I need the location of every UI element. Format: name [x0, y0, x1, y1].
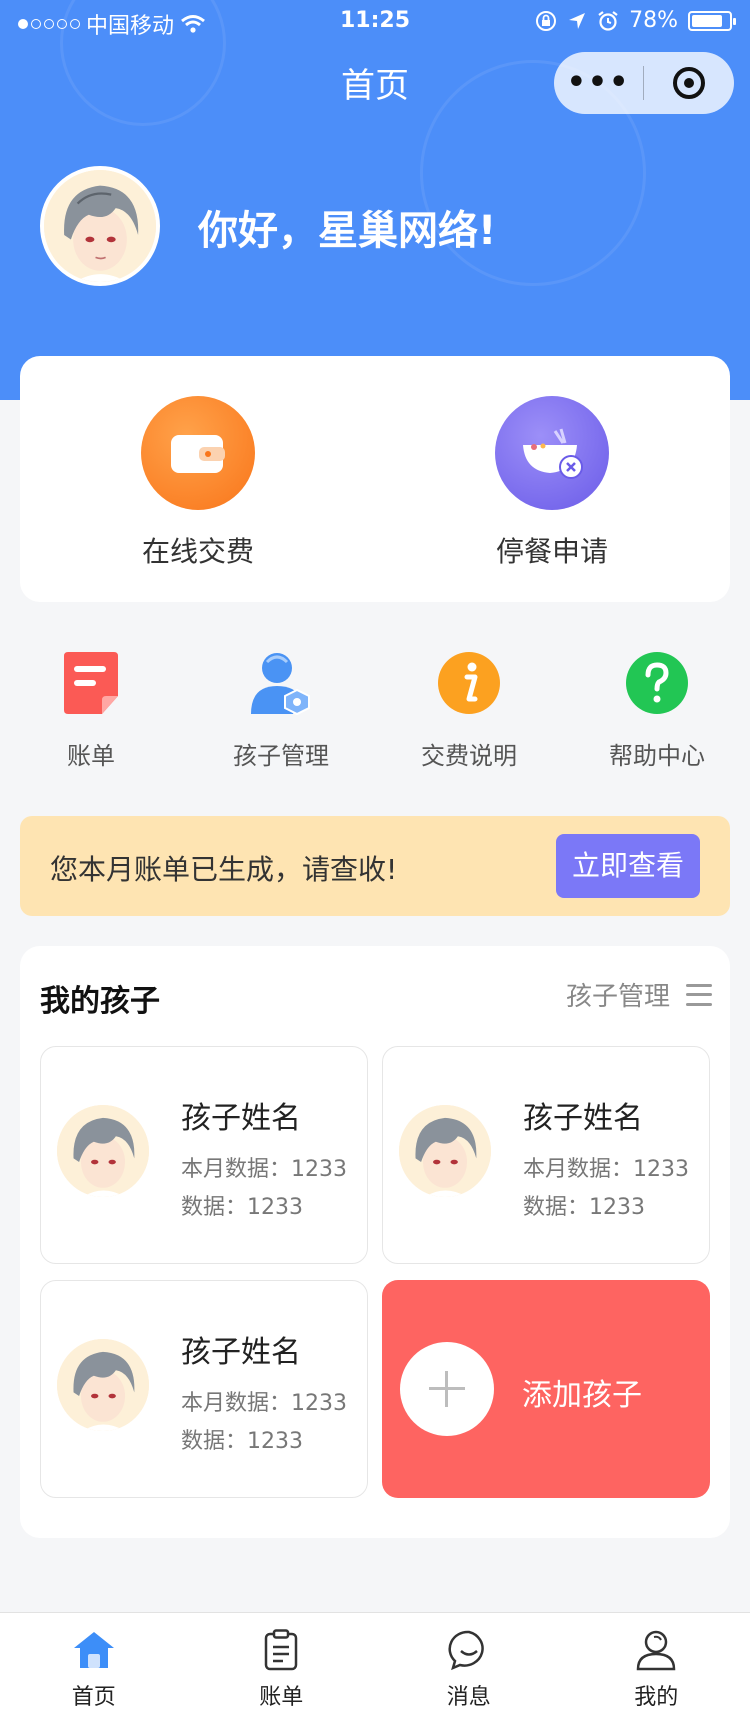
child-manage-link[interactable]: 孩子管理: [566, 976, 712, 1013]
alarm-icon: [598, 10, 618, 31]
child-monthly-data: 本月数据：1233: [181, 1391, 347, 1416]
function-grid: 账单 孩子管理 交费说明 帮助中心: [0, 650, 750, 770]
user-avatar-icon: [44, 170, 156, 282]
bill-icon: [58, 650, 124, 716]
online-payment-label: 在线交费: [141, 535, 254, 568]
child-name: 孩子姓名: [181, 1101, 301, 1136]
battery-percent: 78%: [629, 8, 678, 33]
child-card[interactable]: 孩子姓名 本月数据：1233 数据：1233: [40, 1280, 368, 1498]
add-child-label: 添加孩子: [522, 1378, 642, 1413]
help-center-label: 帮助中心: [609, 742, 705, 770]
tab-home[interactable]: 首页: [0, 1613, 188, 1713]
tab-mine-label: 我的: [634, 1685, 679, 1710]
quick-actions-card: 在线交费 停餐申请: [20, 356, 730, 602]
carrier-label: 中国移动: [86, 14, 175, 39]
more-menu-button[interactable]: •••: [554, 52, 643, 114]
child-monthly-data: 本月数据：1233: [181, 1157, 347, 1182]
meal-suspend-button[interactable]: 停餐申请: [452, 396, 652, 570]
avatar[interactable]: [40, 166, 160, 286]
child-manage-icon: [248, 650, 314, 716]
online-payment-button[interactable]: 在线交费: [98, 396, 298, 570]
meal-suspend-label: 停餐申请: [495, 535, 608, 568]
clipboard-icon: [256, 1625, 306, 1675]
notice-text: 您本月账单已生成，请查收!: [50, 853, 398, 886]
bill-label: 账单: [67, 742, 115, 770]
child-avatar: [399, 1105, 491, 1197]
help-icon: [624, 650, 690, 716]
bill-notice-banner: 您本月账单已生成，请查收! 立即查看: [20, 816, 730, 916]
add-child-button[interactable]: 添加孩子: [382, 1280, 710, 1498]
child-avatar-icon: [57, 1105, 149, 1197]
tab-bill[interactable]: 账单: [188, 1613, 376, 1713]
child-card[interactable]: 孩子姓名 本月数据：1233 数据：1233: [40, 1046, 368, 1264]
chat-icon: [444, 1625, 494, 1675]
child-data: 数据：1233: [181, 1195, 303, 1220]
target-icon: [672, 67, 705, 99]
miniprogram-capsule: •••: [554, 52, 734, 114]
tab-bill-label: 账单: [259, 1685, 304, 1710]
bill-entry[interactable]: 账单: [16, 650, 166, 771]
tab-messages[interactable]: 消息: [375, 1613, 563, 1713]
child-manage-label: 孩子管理: [233, 742, 329, 770]
child-avatar-icon: [57, 1339, 149, 1431]
header-banner: 中国移动 11:25 78% 首页 ••• 你好，星巢网络!: [0, 0, 750, 400]
help-center-entry[interactable]: 帮助中心: [582, 650, 732, 771]
tab-home-label: 首页: [71, 1685, 116, 1710]
home-icon: [69, 1625, 119, 1675]
child-name: 孩子姓名: [523, 1101, 643, 1136]
child-data: 数据：1233: [523, 1195, 645, 1220]
child-avatar: [57, 1339, 149, 1431]
child-card[interactable]: 孩子姓名 本月数据：1233 数据：1233: [382, 1046, 710, 1264]
payment-info-entry[interactable]: 交费说明: [394, 650, 544, 771]
menu-lines-icon: [686, 983, 712, 1006]
child-name: 孩子姓名: [181, 1335, 301, 1370]
greeting-text: 你好，星巢网络!: [198, 208, 497, 254]
view-now-button[interactable]: 立即查看: [556, 834, 700, 898]
payment-info-label: 交费说明: [421, 742, 517, 770]
bowl-cancel-icon: [495, 396, 609, 510]
close-miniprogram-button[interactable]: [644, 67, 733, 99]
info-icon: [436, 650, 502, 716]
child-monthly-data: 本月数据：1233: [523, 1157, 689, 1182]
user-icon: [631, 1625, 681, 1675]
child-data: 数据：1233: [181, 1429, 303, 1454]
child-avatar: [57, 1105, 149, 1197]
status-bar: 中国移动 11:25 78%: [0, 0, 750, 40]
rotation-lock-icon: [536, 10, 557, 31]
bottom-tab-bar: 首页 账单 消息 我的: [0, 1612, 750, 1713]
tab-mine[interactable]: 我的: [563, 1613, 750, 1713]
child-avatar-icon: [399, 1105, 491, 1197]
my-children-section: 我的孩子 孩子管理 孩子姓名 本月数据：1233 数据：1233 孩子姓名 本月…: [20, 946, 730, 1538]
child-manage-link-label: 孩子管理: [565, 982, 670, 1012]
wifi-icon: [181, 15, 205, 33]
location-arrow-icon: [569, 12, 586, 29]
section-title: 我的孩子: [40, 984, 160, 1019]
child-manage-entry[interactable]: 孩子管理: [206, 650, 356, 771]
plus-icon: [400, 1342, 494, 1436]
tab-messages-label: 消息: [446, 1685, 491, 1710]
battery-icon: [688, 10, 736, 31]
wallet-icon: [141, 396, 255, 510]
